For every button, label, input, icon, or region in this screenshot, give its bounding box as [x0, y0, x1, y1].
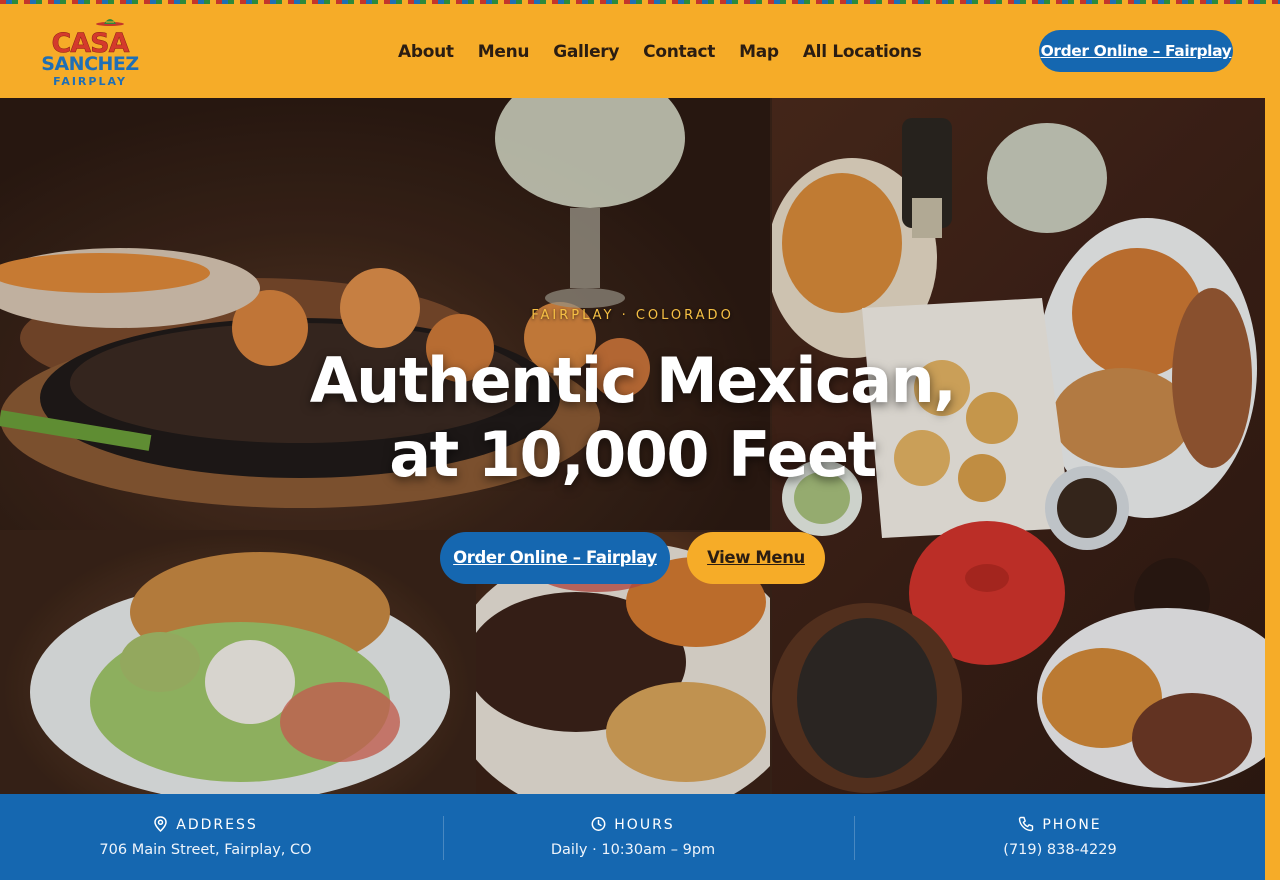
main-nav: About Menu Gallery Contact Map All Locat…	[386, 39, 934, 65]
phone-label: PHONE	[1042, 817, 1102, 833]
address-label: ADDRESS	[176, 817, 258, 833]
nav-about[interactable]: About	[386, 39, 466, 65]
phone-block: PHONE (719) 838-4229	[855, 794, 1265, 880]
site-header: CASA SANCHEZ FAIRPLAY About Menu Gallery…	[0, 4, 1280, 98]
logo-line-sanchez: SANCHEZ	[41, 53, 139, 75]
nav-gallery[interactable]: Gallery	[541, 39, 631, 65]
nav-menu[interactable]: Menu	[466, 39, 541, 65]
order-online-header-button[interactable]: Order Online – Fairplay	[1039, 30, 1233, 72]
address-block: ADDRESS 706 Main Street, Fairplay, CO	[0, 794, 411, 880]
hero-headline-line2: at 10,000 Feet	[389, 418, 877, 491]
page-right-edge	[1265, 98, 1280, 880]
hours-label: HOURS	[614, 817, 675, 833]
hours-block: HOURS Daily · 10:30am – 9pm	[422, 794, 844, 880]
nav-contact[interactable]: Contact	[631, 39, 727, 65]
sombrero-icon	[96, 19, 124, 26]
clock-icon	[591, 817, 606, 831]
hero-headline: Authentic Mexican, at 10,000 Feet	[0, 344, 1265, 492]
hours-value: Daily · 10:30am – 9pm	[550, 842, 716, 858]
phone-icon	[1019, 816, 1034, 832]
hero-headline-line1: Authentic Mexican,	[309, 344, 957, 417]
phone-value[interactable]: (719) 838-4229	[855, 840, 1265, 860]
hero-eyebrow: FAIRPLAY · COLORADO	[531, 308, 734, 323]
info-bar: ADDRESS 706 Main Street, Fairplay, CO HO…	[0, 794, 1265, 880]
hero-section: FAIRPLAY · COLORADO Authentic Mexican, a…	[0, 98, 1265, 794]
logo-line-fairplay: FAIRPLAY	[53, 75, 127, 88]
casa-sanchez-logo[interactable]: CASA SANCHEZ FAIRPLAY	[38, 14, 142, 90]
order-online-hero-button[interactable]: Order Online – Fairplay	[440, 532, 670, 584]
nav-all-locations[interactable]: All Locations	[791, 39, 934, 65]
location-pin-icon	[154, 816, 168, 833]
view-menu-button[interactable]: View Menu	[687, 532, 825, 584]
address-value[interactable]: 706 Main Street, Fairplay, CO	[0, 840, 411, 860]
nav-map[interactable]: Map	[727, 39, 791, 65]
